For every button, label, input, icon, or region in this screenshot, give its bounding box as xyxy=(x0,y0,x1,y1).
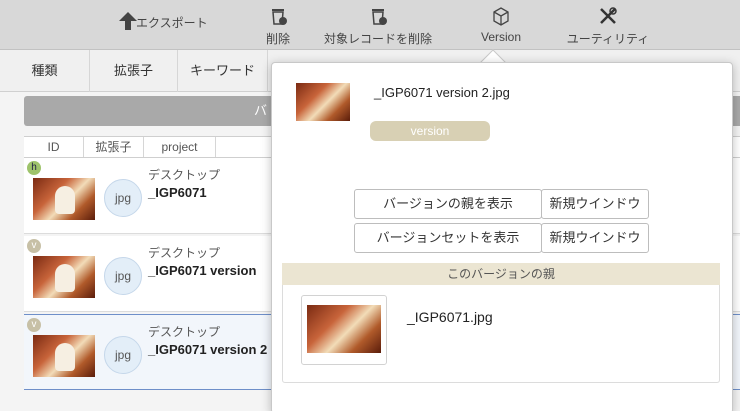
delete-records-label: 対象レコードを削除 xyxy=(323,32,432,46)
thumbnail xyxy=(33,335,95,377)
row-location: デスクトップ xyxy=(148,325,221,339)
cat-figure xyxy=(55,264,75,292)
version-thumbnail xyxy=(296,83,350,121)
version-popover: _IGP6071 version 2.jpg version バージョンの親を表… xyxy=(271,62,733,411)
show-parent-button[interactable]: バージョンの親を表示 xyxy=(354,189,542,219)
status-badge: v xyxy=(27,318,41,332)
version-title: _IGP6071 version 2.jpg xyxy=(374,85,510,100)
version-tag: version xyxy=(370,121,490,141)
arrow-up-icon xyxy=(119,12,137,30)
delete-records-button[interactable]: 対象レコードを削除 xyxy=(316,0,440,50)
extension-badge: jpg xyxy=(104,336,142,374)
parent-thumbnail-frame[interactable] xyxy=(301,295,387,365)
status-badge: h xyxy=(27,161,41,175)
col-project[interactable]: project xyxy=(144,137,216,157)
thumbnail xyxy=(33,178,95,220)
delete-button[interactable]: 削除 xyxy=(258,0,298,50)
filter-keyword[interactable]: キーワード xyxy=(178,50,268,92)
row-name: _IGP6071 version 2 xyxy=(148,342,268,357)
trash-records-icon xyxy=(372,9,387,25)
utility-button[interactable]: ユーティリティ xyxy=(558,0,658,50)
parent-name[interactable]: _IGP6071.jpg xyxy=(407,309,493,325)
list-header-title: バ xyxy=(254,103,268,118)
toolbar: エクスポート 削除 対象レコードを削除 Version ユーティリティ xyxy=(0,0,740,50)
box-icon xyxy=(493,7,509,26)
status-badge: v xyxy=(27,239,41,253)
parent-section: _IGP6071.jpg xyxy=(282,285,720,383)
export-button[interactable]: エクスポート xyxy=(104,0,214,50)
col-extension[interactable]: 拡張子 xyxy=(84,137,144,157)
trash-icon xyxy=(272,9,287,25)
cat-figure xyxy=(55,343,75,371)
filter-kind[interactable]: 種類 xyxy=(0,50,90,92)
row-name: _IGP6071 xyxy=(148,185,207,200)
export-label: エクスポート xyxy=(136,16,208,30)
utility-label: ユーティリティ xyxy=(566,32,650,46)
parent-thumbnail xyxy=(307,305,381,353)
show-parent-new-window-button[interactable]: 新規ウインドウ xyxy=(541,189,649,219)
version-label: Version xyxy=(480,30,522,44)
filter-extension[interactable]: 拡張子 xyxy=(90,50,178,92)
show-version-set-button[interactable]: バージョンセットを表示 xyxy=(354,223,542,253)
extension-badge: jpg xyxy=(104,179,142,217)
extension-badge: jpg xyxy=(104,257,142,295)
thumbnail xyxy=(33,256,95,298)
cat-figure xyxy=(55,186,75,214)
tools-icon xyxy=(600,7,617,24)
row-name: _IGP6071 version xyxy=(148,263,257,278)
version-button[interactable]: Version xyxy=(470,0,532,50)
row-location: デスクトップ xyxy=(148,168,221,182)
col-id[interactable]: ID xyxy=(24,137,84,157)
show-set-new-window-button[interactable]: 新規ウインドウ xyxy=(541,223,649,253)
row-location: デスクトップ xyxy=(148,246,221,260)
parent-section-header: このバージョンの親 xyxy=(282,263,720,285)
delete-label: 削除 xyxy=(265,32,290,46)
